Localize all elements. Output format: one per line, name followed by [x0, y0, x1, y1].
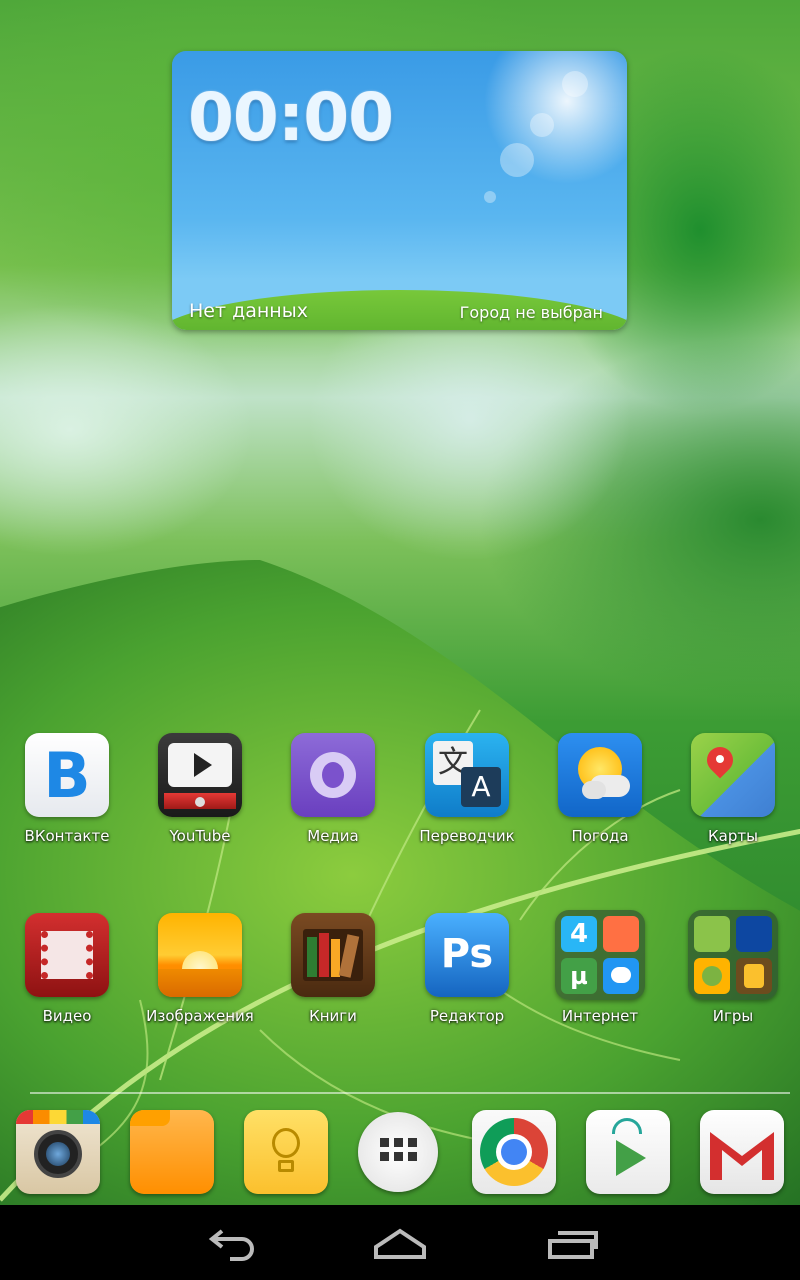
utorrent-icon: µ	[561, 958, 597, 994]
app-drawer-icon[interactable]	[358, 1112, 438, 1192]
game-simpsons-icon	[694, 916, 730, 952]
app-label: Карты	[708, 827, 758, 845]
youtube-knob	[195, 797, 205, 807]
play-triangle	[194, 753, 212, 777]
media-core	[322, 762, 344, 788]
app-label: ВКонтакте	[24, 827, 110, 845]
app-label: Изображения	[146, 1007, 254, 1025]
navigation-bar	[0, 1205, 800, 1280]
sunset-ground	[158, 969, 242, 997]
weather-icon	[558, 733, 642, 817]
app-label: Переводчик	[419, 827, 515, 845]
camera-icon[interactable]	[16, 1110, 100, 1194]
gallery-icon	[158, 913, 242, 997]
app-label: Редактор	[429, 1007, 505, 1025]
app-label: Погода	[571, 827, 629, 845]
gmail-icon[interactable]	[700, 1110, 784, 1194]
lens-flare	[484, 191, 496, 203]
app-label: Книги	[309, 1007, 357, 1025]
app-media[interactable]: Медиа	[266, 733, 400, 845]
recents-icon[interactable]	[530, 1217, 610, 1267]
game-angry-birds-icon	[694, 958, 730, 994]
dock-divider	[30, 1092, 790, 1094]
notes-icon[interactable]	[244, 1110, 328, 1194]
game-blue-icon	[736, 916, 772, 952]
weather-city[interactable]: Город не выбран	[460, 303, 603, 322]
play-store-icon[interactable]	[586, 1110, 670, 1194]
app-maps[interactable]: Карты	[666, 733, 800, 845]
app-label: Интернет	[561, 1007, 639, 1025]
app-weather[interactable]: Погода	[533, 733, 667, 845]
chrome-icon[interactable]	[472, 1110, 556, 1194]
game-temple-run-icon	[736, 958, 772, 994]
app-label: YouTube	[169, 827, 231, 845]
app-games-folder[interactable]: Игры	[666, 910, 800, 1025]
messenger-icon	[603, 958, 639, 994]
video-icon	[25, 913, 109, 997]
weather-clock-widget[interactable]: 00:00 Нет данных Город не выбран	[172, 51, 627, 330]
games-folder-icon	[688, 910, 778, 1000]
clock-time[interactable]: 00:00	[188, 79, 394, 156]
media-icon	[291, 733, 375, 817]
maps-icon	[691, 733, 775, 817]
translate-target-glyph: A	[461, 767, 501, 807]
weather-status: Нет данных	[189, 300, 308, 322]
app-gallery[interactable]: Изображения	[133, 913, 267, 1025]
files-icon[interactable]	[130, 1110, 214, 1194]
internet-folder-icon: 4 µ	[555, 910, 645, 1000]
app-translator[interactable]: 文 A Переводчик	[400, 733, 534, 845]
app-books[interactable]: Книги	[266, 913, 400, 1025]
vk-letter: B	[43, 739, 91, 812]
vk-icon: B	[25, 733, 109, 817]
app-label: Видео	[42, 1007, 92, 1025]
cloud-shape	[582, 781, 606, 799]
app-internet-folder[interactable]: 4 µ Интернет	[533, 910, 667, 1025]
app-label: Игры	[712, 1007, 754, 1025]
books-icon	[291, 913, 375, 997]
translate-icon: 文 A	[425, 733, 509, 817]
app-reader-icon	[603, 916, 639, 952]
lens-flare	[562, 71, 588, 97]
home-icon[interactable]	[360, 1217, 440, 1267]
photoshop-icon: Ps	[425, 913, 509, 997]
app-vkontakte[interactable]: B ВКонтакте	[0, 733, 134, 845]
back-icon[interactable]	[190, 1217, 270, 1267]
book-spine	[307, 937, 317, 977]
map-pin-dot	[716, 755, 724, 763]
app-video[interactable]: Видео	[0, 913, 134, 1025]
lens-flare	[500, 143, 534, 177]
book-spine	[319, 933, 329, 977]
film-strip	[41, 931, 93, 979]
ps-text: Ps	[440, 931, 494, 977]
app-youtube[interactable]: YouTube	[133, 733, 267, 845]
lens-flare	[530, 113, 554, 137]
app-4pda-icon: 4	[561, 916, 597, 952]
app-label: Медиа	[307, 827, 359, 845]
youtube-icon	[158, 733, 242, 817]
wallpaper-leaf	[0, 560, 800, 1205]
app-editor[interactable]: Ps Редактор	[400, 913, 534, 1025]
